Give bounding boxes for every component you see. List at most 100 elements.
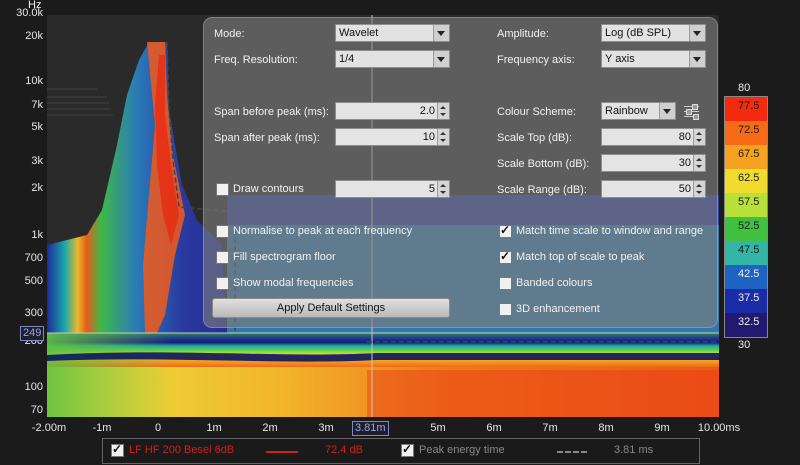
spectrogram-settings-panel: Mode: Wavelet Freq. Resolution: 1/4 Span… <box>203 17 718 328</box>
span-before-value: 2.0 <box>419 105 435 117</box>
x-cursor-readout: 3.81m <box>352 421 389 436</box>
colour-scheme-label: Colour Scheme: <box>497 106 576 118</box>
apply-default-settings-button[interactable]: Apply Default Settings <box>212 298 450 318</box>
x-tick-label: 7m <box>542 422 558 434</box>
y-tick-label: 10k <box>25 75 43 87</box>
scale-range-value: 50 <box>678 183 691 195</box>
scale-top-label: Scale Top (dB): <box>497 132 573 144</box>
x-tick-label: 2m <box>262 422 278 434</box>
scale-bottom-spinner[interactable]: 30 <box>601 154 706 172</box>
y-tick-label: 30.0k <box>16 7 43 19</box>
x-tick-label: -1m <box>92 422 112 434</box>
contours-value: 5 <box>428 183 435 195</box>
colour-scale-label: 32.5 <box>738 316 760 328</box>
frequency-axis-select[interactable]: Y axis <box>601 50 706 68</box>
chevron-down-icon <box>689 25 705 41</box>
y-tick-label: 3k <box>31 155 43 167</box>
span-after-label: Span after peak (ms): <box>214 132 320 144</box>
3d-enhancement-label: 3D enhancement <box>516 303 600 315</box>
span-before-label: Span before peak (ms): <box>214 106 329 118</box>
y-tick-label: 700 <box>24 252 43 264</box>
y-tick-label: 70 <box>30 404 43 416</box>
amplitude-value: Log (dB SPL) <box>605 27 672 39</box>
y-tick-label: 1k <box>31 229 43 241</box>
spinner-arrows-icon[interactable] <box>693 181 705 197</box>
colour-scale-label: 72.5 <box>738 124 760 136</box>
frequency-axis-value: Y axis <box>605 53 635 65</box>
match-top-label: Match top of scale to peak <box>516 251 645 263</box>
colour-scale-label: 67.5 <box>738 148 760 160</box>
colour-scale-label: 62.5 <box>738 172 760 184</box>
y-tick-label: 5k <box>31 121 43 133</box>
spinner-arrows-icon[interactable] <box>437 129 449 145</box>
sliders-icon[interactable] <box>683 103 701 120</box>
y-tick-label: 100 <box>24 381 43 393</box>
spinner-arrows-icon[interactable] <box>693 129 705 145</box>
chevron-down-icon <box>689 51 705 67</box>
x-tick-label: 1m <box>206 422 222 434</box>
y-cursor-readout: 249 <box>20 326 45 341</box>
match-top-checkbox[interactable] <box>499 249 512 264</box>
draw-contours-label: Draw contours <box>233 183 304 195</box>
colour-scale-label: 77.5 <box>738 100 760 112</box>
mode-label: Mode: <box>214 28 245 40</box>
normalise-label: Normalise to peak at each frequency <box>233 225 413 237</box>
colour-scale-bottom: 30 <box>738 339 751 351</box>
span-before-spinner[interactable]: 2.0 <box>335 102 450 120</box>
3d-enhancement-checkbox[interactable] <box>499 303 512 316</box>
frequency-axis-label: Frequency axis: <box>497 54 575 66</box>
chevron-down-icon <box>433 25 449 41</box>
freq-resolution-label: Freq. Resolution: <box>214 54 298 66</box>
freq-resolution-select[interactable]: 1/4 <box>335 50 450 68</box>
y-tick-label: 500 <box>24 275 43 287</box>
legend-bar: LF HF 200 Besel 6dB 72.4 dB Peak energy … <box>102 438 700 464</box>
draw-contours-checkbox[interactable] <box>216 183 229 196</box>
span-after-spinner[interactable]: 10 <box>335 128 450 146</box>
scale-range-spinner[interactable]: 50 <box>601 180 706 198</box>
mode-value: Wavelet <box>339 27 379 39</box>
fill-floor-checkbox[interactable] <box>216 251 229 264</box>
colour-scheme-value: Rainbow <box>605 105 648 117</box>
series-line-swatch <box>266 451 298 453</box>
x-tick-label: -2.00m <box>31 422 67 434</box>
chevron-down-icon <box>433 51 449 67</box>
colour-scheme-select[interactable]: Rainbow <box>601 102 676 120</box>
spinner-arrows-icon[interactable] <box>437 103 449 119</box>
span-after-value: 10 <box>422 131 435 143</box>
series-visibility-checkbox[interactable] <box>111 442 124 457</box>
x-tick-label: 5m <box>430 422 446 434</box>
modal-frequencies-checkbox[interactable] <box>216 277 229 290</box>
banded-colours-checkbox[interactable] <box>499 277 512 290</box>
scale-range-label: Scale Range (dB): <box>497 184 587 196</box>
freq-resolution-value: 1/4 <box>339 53 355 65</box>
colour-scale-label: 42.5 <box>738 268 760 280</box>
scale-bottom-value: 30 <box>678 157 691 169</box>
modal-frequencies-label: Show modal frequencies <box>233 277 354 289</box>
x-tick-label: 3m <box>318 422 334 434</box>
x-tick-label: 8m <box>598 422 614 434</box>
x-tick-label: 0 <box>154 422 162 434</box>
match-time-checkbox[interactable] <box>499 223 512 238</box>
x-tick-label: 9m <box>654 422 670 434</box>
amplitude-select[interactable]: Log (dB SPL) <box>601 24 706 42</box>
fill-floor-label: Fill spectrogram floor <box>233 251 336 263</box>
peak-energy-value: 3.81 ms <box>614 444 654 456</box>
normalise-checkbox[interactable] <box>216 225 229 238</box>
banded-colours-label: Banded colours <box>516 277 593 289</box>
contours-spinner[interactable]: 5 <box>335 180 450 198</box>
spinner-arrows-icon[interactable] <box>437 181 449 197</box>
peak-energy-name: Peak energy time <box>419 444 505 456</box>
scale-top-value: 80 <box>678 131 691 143</box>
spinner-arrows-icon[interactable] <box>693 155 705 171</box>
scale-bottom-label: Scale Bottom (dB): <box>497 158 590 170</box>
colour-scale-label: 37.5 <box>738 292 760 304</box>
y-tick-label: 20k <box>25 30 43 42</box>
y-tick-label: 2k <box>31 182 43 194</box>
chevron-down-icon <box>659 103 675 119</box>
y-tick-label: 300 <box>24 307 43 319</box>
peak-line-swatch <box>557 451 587 453</box>
x-tick-label: 6m <box>486 422 502 434</box>
mode-select[interactable]: Wavelet <box>335 24 450 42</box>
scale-top-spinner[interactable]: 80 <box>601 128 706 146</box>
peak-energy-checkbox[interactable] <box>401 442 414 457</box>
